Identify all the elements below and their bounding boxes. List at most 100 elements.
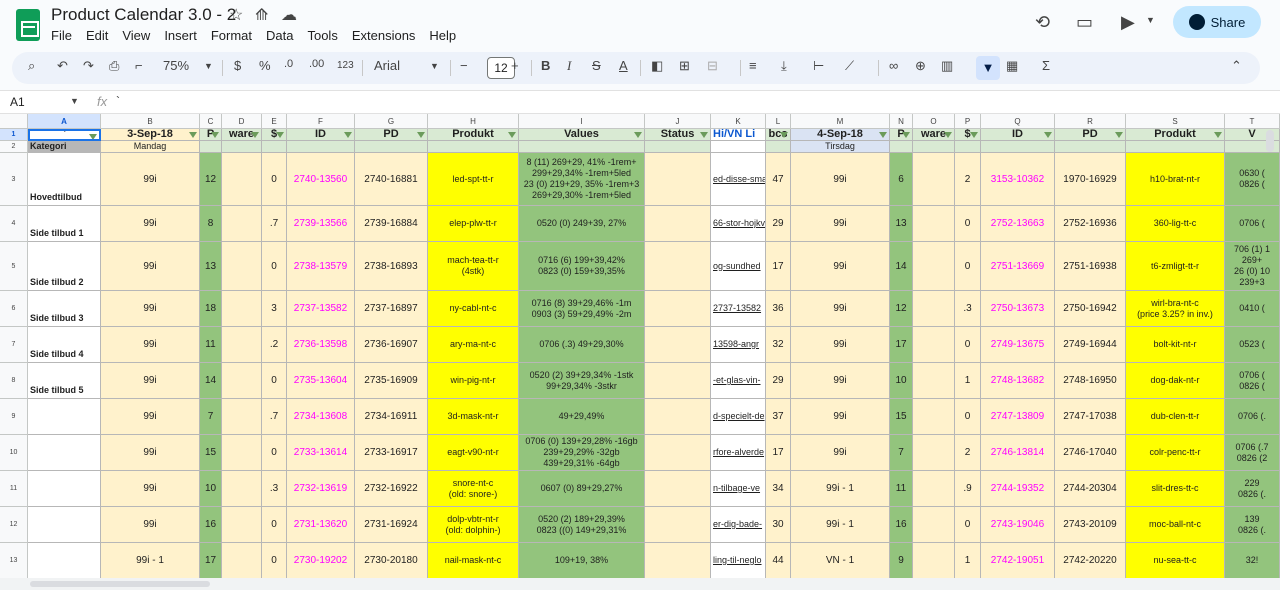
cell-s-row[interactable]: t6-zmligt-tt-r [1126,242,1225,291]
cell-e-row[interactable]: 0 [262,435,287,471]
sum-function-button[interactable]: Σ [1042,58,1050,73]
cell-r-row[interactable]: 2746-17040 [1055,435,1126,471]
cell-p-row[interactable]: 0 [955,327,981,363]
cell-c-row[interactable]: 15 [200,435,222,471]
column-filter-icon[interactable] [902,132,910,138]
column-header-n[interactable]: N [890,114,913,129]
cell-d-row[interactable] [222,435,262,471]
header-cell-r[interactable]: PD [1055,129,1126,141]
cell-o-row[interactable] [913,363,955,399]
cell-a-row[interactable] [28,543,101,578]
cell-f-row[interactable]: 2735-13604 [287,363,355,399]
cell-j-row[interactable] [645,507,711,543]
cell-e-row[interactable]: .7 [262,399,287,435]
cell-g-row[interactable]: 2733-16917 [355,435,428,471]
cell-c-row[interactable]: 14 [200,363,222,399]
cell-q-row[interactable]: 2751-13669 [981,242,1055,291]
redo-icon[interactable]: ↷ [83,58,94,74]
cell-g-row[interactable]: 2734-16911 [355,399,428,435]
cell-i-row[interactable]: 49+29,49% [519,399,645,435]
cell-f-row[interactable]: 2733-13614 [287,435,355,471]
select-all-corner[interactable] [0,114,28,129]
column-filter-icon[interactable] [944,132,952,138]
cell-a-row[interactable] [28,471,101,507]
column-header-o[interactable]: O [913,114,955,129]
subheader-cell-n[interactable] [890,141,913,153]
name-box-dropdown-icon[interactable]: ▼ [70,96,79,106]
cell-s-row[interactable]: slit-dres-tt-c [1126,471,1225,507]
cell-t-row[interactable]: 0523 ( [1225,327,1280,363]
spreadsheet-grid[interactable]: ABCDEFGHIJKLMNOPQRST 1 ` 3-Sep-18 Pware $ ID P… [0,114,1280,578]
column-header-a[interactable]: A [28,114,101,129]
row-header[interactable]: 1 [0,129,28,141]
menu-edit[interactable]: Edit [79,28,115,43]
row-header[interactable]: 10 [0,435,28,471]
cell-j-row[interactable] [645,399,711,435]
bold-button[interactable]: B [541,58,550,73]
cell-t-row[interactable]: 229 0826 (. [1225,471,1280,507]
cell-m-row[interactable]: 99i - 1 [791,507,890,543]
currency-format-button[interactable]: $ [234,58,241,73]
cell-p-row[interactable]: 2 [955,435,981,471]
cell-s-row[interactable]: wirl-bra-nt-c (price 3.25? in inv.) [1126,291,1225,327]
cell-n-row[interactable]: 11 [890,471,913,507]
cloud-status-icon[interactable]: ☁ [281,5,297,25]
cell-b-row[interactable]: 99i [101,206,200,242]
cell-q-row[interactable]: 2742-19051 [981,543,1055,578]
cell-b-row[interactable]: 99i - 1 [101,543,200,578]
cell-k-row[interactable]: -et-glas-vin- [711,363,766,399]
cell-e-row[interactable]: .3 [262,471,287,507]
cell-a-row[interactable]: Side tilbud 1 [28,206,101,242]
column-filter-icon[interactable] [700,132,708,138]
cell-i-row[interactable]: 0520 (2) 189+29,39% 0823 ((0) 149+29,31% [519,507,645,543]
cell-a-row[interactable] [28,507,101,543]
cell-q-row[interactable]: 2752-13663 [981,206,1055,242]
cell-a-row[interactable] [28,399,101,435]
header-cell-n[interactable]: P [890,129,913,141]
menu-data[interactable]: Data [259,28,300,43]
cell-h-row[interactable]: 3d-mask-nt-r [428,399,519,435]
cell-o-row[interactable] [913,242,955,291]
cell-l-row[interactable]: 17 [766,435,791,471]
subheader-cell-c[interactable] [200,141,222,153]
subheader-cell-p[interactable] [955,141,981,153]
cell-b-row[interactable]: 99i [101,242,200,291]
cell-o-row[interactable] [913,543,955,578]
horizontal-align-icon[interactable]: ≡ [749,58,757,73]
cell-l-row[interactable]: 44 [766,543,791,578]
cell-a-row[interactable]: Side tilbud 2 [28,242,101,291]
cell-h-row[interactable]: mach-tea-tt-r (4stk) [428,242,519,291]
cell-k-row[interactable]: ed-disse-sma [711,153,766,206]
cell-n-row[interactable]: 13 [890,206,913,242]
column-filter-icon[interactable] [508,132,516,138]
cell-h-row[interactable]: nail-mask-nt-c [428,543,519,578]
cell-l-row[interactable]: 32 [766,327,791,363]
subheader-cell-h[interactable] [428,141,519,153]
subheader-cell-s[interactable] [1126,141,1225,153]
cell-i-row[interactable]: 0716 (6) 199+39,42% 0823 (0) 159+39,35% [519,242,645,291]
cell-e-row[interactable]: .7 [262,206,287,242]
subheader-cell-f[interactable] [287,141,355,153]
cell-o-row[interactable] [913,435,955,471]
row-header[interactable]: 4 [0,206,28,242]
row-header[interactable]: 8 [0,363,28,399]
column-filter-icon[interactable] [970,132,978,138]
cell-c-row[interactable]: 13 [200,242,222,291]
cell-q-row[interactable]: 2748-13682 [981,363,1055,399]
cell-f-row[interactable]: 2739-13566 [287,206,355,242]
vertical-scrollbar[interactable] [1266,130,1274,152]
cell-t-row[interactable]: 32! [1225,543,1280,578]
cell-b-row[interactable]: 99i [101,291,200,327]
subheader-cell-g[interactable] [355,141,428,153]
cell-d-row[interactable] [222,327,262,363]
cell-d-row[interactable] [222,291,262,327]
cell-o-row[interactable] [913,153,955,206]
share-button[interactable]: Share [1173,6,1261,38]
column-header-m[interactable]: M [791,114,890,129]
header-cell-d[interactable]: ware [222,129,262,141]
cell-j-row[interactable] [645,327,711,363]
column-filter-icon[interactable] [1214,132,1222,138]
cell-t-row[interactable]: 0630 ( 0826 ( [1225,153,1280,206]
cell-k-row[interactable]: 2737-13582 [711,291,766,327]
subheader-cell-k[interactable] [711,141,766,153]
